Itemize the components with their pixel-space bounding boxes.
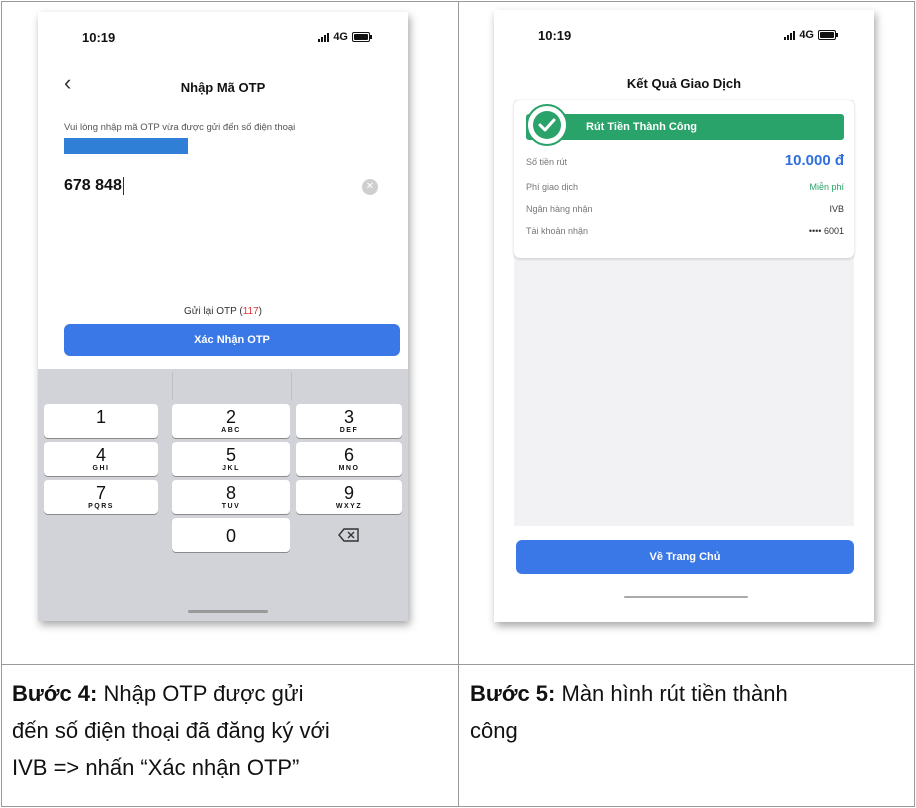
network-type: 4G bbox=[799, 29, 814, 41]
status-network: 4G bbox=[784, 29, 838, 41]
home-button[interactable]: Về Trang Chủ bbox=[516, 540, 854, 574]
numeric-keypad: 1 2 ABC 3 DEF 4 GHI 5 JKL 6 MNO 7 PQRS 8 TUV 9W… bbox=[38, 369, 408, 621]
checkmark-icon bbox=[526, 104, 568, 146]
status-network: 4G bbox=[318, 31, 372, 43]
amount-value: 10.000 đ bbox=[784, 152, 844, 169]
battery-icon bbox=[818, 30, 838, 40]
otp-input[interactable]: 678 848 bbox=[64, 177, 124, 195]
success-banner-text: Rút Tiền Thành Công bbox=[586, 121, 698, 133]
step4-caption: Bước 4: Nhập OTP được gửi đến số điện th… bbox=[12, 675, 452, 786]
step4-line2: đến số điện thoại đã đăng ký với bbox=[12, 718, 330, 743]
resend-countdown: 117 bbox=[242, 306, 259, 317]
page-title: Kết Quả Giao Dịch bbox=[626, 76, 742, 91]
backspace-icon bbox=[338, 528, 359, 542]
detail-label: Tài khoản nhận bbox=[526, 226, 589, 236]
fee-value: Miễn phí bbox=[809, 182, 844, 192]
keypad-blank-top-left bbox=[44, 372, 158, 400]
phone-number-redaction bbox=[64, 138, 188, 154]
transaction-card: Rút Tiền Thành Công Số tiền rút 10.000 đ… bbox=[514, 100, 854, 258]
resend-otp-link[interactable]: Gửi lại OTP (117) bbox=[38, 306, 408, 317]
account-value: •••• 6001 bbox=[808, 226, 844, 236]
detail-label: Số tiền rút bbox=[526, 157, 568, 167]
key-1[interactable]: 1 bbox=[44, 404, 158, 438]
status-bar: 10:19 4G bbox=[494, 28, 874, 48]
signal-icon bbox=[318, 32, 330, 42]
step5-line2: công bbox=[470, 718, 518, 743]
otp-input-value: 678 848 bbox=[64, 177, 122, 195]
battery-icon bbox=[352, 32, 372, 42]
row-divider bbox=[1, 664, 914, 665]
otp-screen: 10:19 4G ‹ Nhập Mã OTP Vui lòng nhập mã … bbox=[38, 12, 408, 621]
detail-row-fee: Phí giao dịch Miễn phí bbox=[526, 182, 844, 192]
step4-line3: IVB => nhấn “Xác nhận OTP” bbox=[12, 755, 300, 780]
signal-icon bbox=[784, 30, 796, 40]
key-3[interactable]: 3 DEF bbox=[296, 404, 402, 438]
step5-text: Màn hình rút tiền thành bbox=[555, 681, 788, 706]
keypad-blank-top-right bbox=[296, 372, 402, 400]
home-indicator bbox=[188, 610, 268, 613]
detail-row-bank: Ngân hàng nhận IVB bbox=[526, 204, 844, 214]
step4-text: Nhập OTP được gửi bbox=[97, 681, 304, 706]
status-time: 10:19 bbox=[538, 28, 572, 43]
result-screen: 10:19 4G Kết Quả Giao Dịch Rút Tiền Thàn… bbox=[494, 10, 874, 622]
key-4[interactable]: 4 GHI bbox=[44, 442, 158, 476]
step5-caption: Bước 5: Màn hình rút tiền thành công bbox=[470, 675, 910, 749]
network-type: 4G bbox=[333, 31, 348, 43]
text-caret bbox=[122, 177, 124, 195]
key-8[interactable]: 8 TUV bbox=[172, 480, 290, 514]
resend-close: ) bbox=[258, 306, 263, 317]
step5-label: Bước 5: bbox=[470, 681, 556, 706]
resend-label: Gửi lại OTP ( bbox=[183, 306, 243, 317]
confirm-otp-button[interactable]: Xác Nhận OTP bbox=[64, 324, 400, 356]
home-indicator bbox=[624, 596, 748, 598]
detail-row-amount: Số tiền rút 10.000 đ bbox=[526, 152, 844, 169]
clear-input-icon[interactable]: ✕ bbox=[362, 179, 378, 195]
page-title: Nhập Mã OTP bbox=[180, 80, 266, 95]
status-time: 10:19 bbox=[82, 30, 116, 45]
key-5[interactable]: 5 JKL bbox=[172, 442, 290, 476]
backspace-key[interactable] bbox=[296, 518, 402, 552]
column-divider bbox=[458, 1, 459, 806]
key-7[interactable]: 7 PQRS bbox=[44, 480, 158, 514]
status-bar: 10:19 4G bbox=[38, 30, 408, 50]
keypad-blank-top-mid bbox=[172, 372, 292, 400]
detail-label: Ngân hàng nhận bbox=[526, 204, 593, 214]
key-9[interactable]: 9 WXYZ bbox=[296, 480, 402, 514]
bank-value: IVB bbox=[829, 204, 844, 214]
key-0[interactable]: 0 bbox=[172, 518, 290, 552]
success-banner: Rút Tiền Thành Công bbox=[526, 114, 844, 140]
step4-label: Bước 4: bbox=[12, 681, 98, 706]
detail-label: Phí giao dịch bbox=[526, 182, 579, 192]
otp-hint: Vui lòng nhập mã OTP vừa được gửi đến số… bbox=[64, 122, 296, 133]
key-2[interactable]: 2 ABC bbox=[172, 404, 290, 438]
detail-row-account: Tài khoản nhận •••• 6001 bbox=[526, 226, 844, 236]
key-6[interactable]: 6 MNO bbox=[296, 442, 402, 476]
